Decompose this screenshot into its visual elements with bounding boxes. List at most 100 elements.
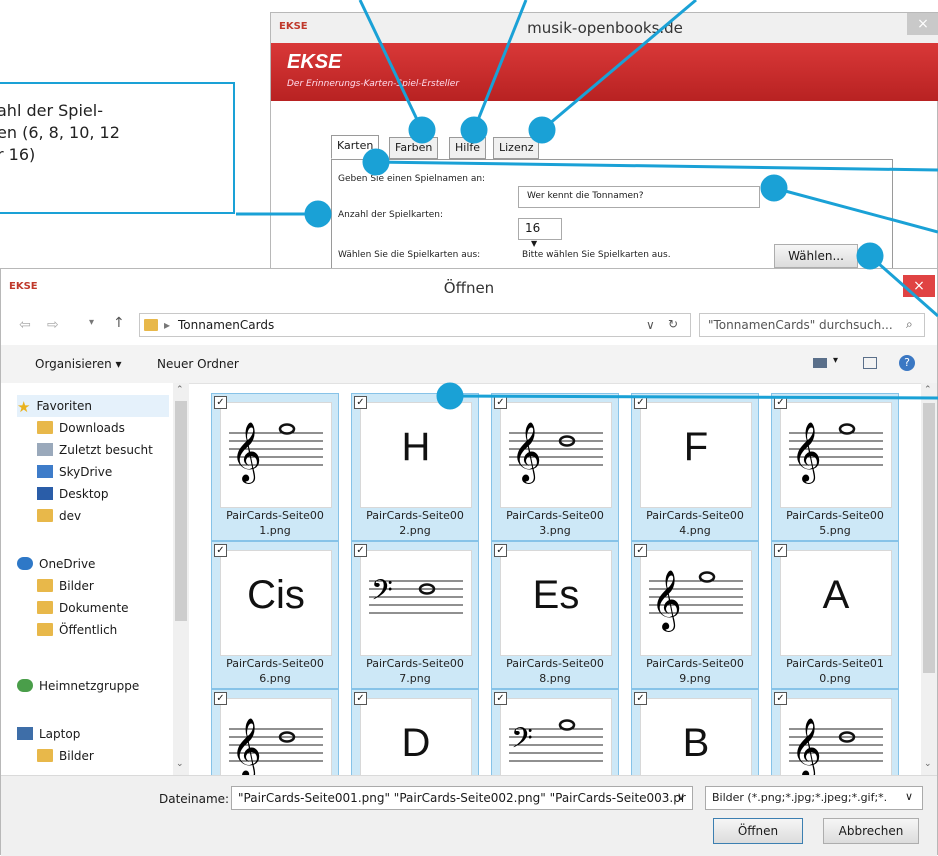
nav-scrollbar[interactable]: ⌃ ⌄: [173, 383, 189, 775]
file-grid: 𝄞 ✓ PairCards-Seite00 1.png H ✓ PairCards-Seit…: [197, 383, 923, 775]
checkbox-icon[interactable]: ✓: [354, 692, 367, 705]
name-field[interactable]: Wer kennt die Tonnamen?: [518, 186, 760, 208]
help-icon[interactable]: ?: [899, 355, 915, 371]
filename-field[interactable]: "PairCards-Seite001.png" "PairCards-Seit…: [231, 786, 693, 810]
scroll-thumb[interactable]: [923, 403, 935, 673]
checkbox-icon[interactable]: ✓: [354, 544, 367, 557]
checkbox-icon[interactable]: ✓: [634, 692, 647, 705]
scroll-up-icon[interactable]: ⌃: [176, 385, 184, 395]
file-scrollbar[interactable]: ⌃ ⌄: [921, 383, 937, 775]
preview-pane-icon[interactable]: [863, 357, 877, 369]
treble-clef-staff-icon: 𝄞: [229, 718, 323, 775]
open-dialog: EKSE Öffnen × ⇦ ⇨ ▾ ↑ ▸ TonnamenCards ∨ …: [0, 268, 938, 856]
scroll-down-icon[interactable]: ⌄: [176, 759, 184, 769]
view-icon[interactable]: [813, 358, 827, 368]
checkbox-icon[interactable]: ✓: [634, 544, 647, 557]
tab-hilfe[interactable]: Hilfe: [449, 137, 487, 159]
nav-favorites[interactable]: ★ Favoriten: [17, 395, 169, 417]
open-button[interactable]: Öffnen: [713, 818, 803, 844]
file-item[interactable]: D ✓: [351, 689, 479, 775]
choose-button[interactable]: Wählen...: [774, 244, 858, 268]
file-item[interactable]: 𝄢 ✓ PairCards-Seite00 7.png: [351, 541, 479, 689]
callout-box: ahl der Spiel- en (6, 8, 10, 12 r 16): [0, 82, 235, 214]
search-icon: ⌕: [906, 317, 913, 331]
up-icon[interactable]: ↑: [113, 315, 125, 331]
cancel-button[interactable]: Abbrechen: [823, 818, 919, 844]
name-label: Geben Sie einen Spielnamen an:: [338, 174, 486, 184]
checkbox-icon[interactable]: ✓: [494, 544, 507, 557]
nav-onedrive-bilder[interactable]: Bilder: [37, 575, 94, 597]
refresh-icon[interactable]: ↻: [668, 317, 678, 331]
treble-clef-staff-icon: 𝄞: [789, 422, 883, 484]
tab-lizenz[interactable]: Lizenz: [493, 137, 540, 159]
recent-dropdown-icon[interactable]: ▾: [89, 317, 94, 328]
checkbox-icon[interactable]: ✓: [214, 544, 227, 557]
file-type-select[interactable]: Bilder (*.png;*.jpg;*.jpeg;*.gif;*.: [705, 786, 923, 810]
count-select[interactable]: 16 ▼: [518, 218, 562, 248]
checkbox-icon[interactable]: ✓: [494, 396, 507, 409]
callout-line-3: r 16): [0, 145, 36, 164]
scroll-thumb[interactable]: [175, 401, 187, 621]
card-note-name: Es: [532, 573, 580, 617]
file-item[interactable]: 𝄞 ✓: [771, 689, 899, 775]
nav-recent[interactable]: Zuletzt besucht: [37, 439, 153, 461]
new-folder-button[interactable]: Neuer Ordner: [157, 357, 239, 371]
scroll-up-icon[interactable]: ⌃: [924, 385, 932, 395]
checkbox-icon[interactable]: ✓: [214, 692, 227, 705]
file-type-dropdown-icon[interactable]: ∨: [905, 790, 913, 803]
forward-icon[interactable]: ⇨: [47, 317, 59, 333]
file-item[interactable]: Es ✓ PairCards-Seite00 8.png: [491, 541, 619, 689]
nav-downloads[interactable]: Downloads: [37, 417, 125, 439]
skydrive-icon: [37, 465, 53, 478]
checkbox-icon[interactable]: ✓: [774, 396, 787, 409]
dialog-close-button[interactable]: ×: [903, 275, 935, 297]
scroll-down-icon[interactable]: ⌄: [924, 759, 932, 769]
close-button[interactable]: ×: [907, 13, 938, 35]
file-item[interactable]: Cis ✓ PairCards-Seite00 6.png: [211, 541, 339, 689]
checkbox-icon[interactable]: ✓: [354, 396, 367, 409]
file-item[interactable]: 𝄞 ✓ PairCards-Seite00 1.png: [211, 393, 339, 541]
file-item[interactable]: H ✓ PairCards-Seite00 2.png: [351, 393, 479, 541]
nav-skydrive[interactable]: SkyDrive: [37, 461, 112, 483]
nav-laptop-bilder[interactable]: Bilder: [37, 745, 94, 767]
tab-karten[interactable]: Karten: [331, 135, 380, 159]
nav-onedrive[interactable]: OneDrive: [17, 553, 95, 575]
file-item[interactable]: 𝄞 ✓ PairCards-Seite00 5.png: [771, 393, 899, 541]
file-item[interactable]: A ✓ PairCards-Seite01 0.png: [771, 541, 899, 689]
checkbox-icon[interactable]: ✓: [494, 692, 507, 705]
nav-desktop[interactable]: Desktop: [37, 483, 109, 505]
file-thumbnail: 𝄞: [220, 402, 332, 508]
file-item[interactable]: 𝄞 ✓ PairCards-Seite00 9.png: [631, 541, 759, 689]
svg-text:𝄞: 𝄞: [231, 718, 262, 775]
address-bar[interactable]: ▸ TonnamenCards ∨ ↻: [139, 313, 691, 337]
file-item[interactable]: 𝄢 ✓: [491, 689, 619, 775]
nav-onedrive-dokumente[interactable]: Dokumente: [37, 597, 129, 619]
file-item[interactable]: F ✓ PairCards-Seite00 4.png: [631, 393, 759, 541]
callout-line-1: ahl der Spiel-: [0, 101, 103, 120]
nav-dev[interactable]: dev: [37, 505, 81, 527]
nav-homegroup[interactable]: Heimnetzgruppe: [17, 675, 139, 697]
nav-laptop[interactable]: Laptop: [17, 723, 80, 745]
back-icon[interactable]: ⇦: [19, 317, 31, 333]
dialog-title: Öffnen: [443, 279, 495, 297]
file-name: PairCards-Seite01 0.png: [772, 656, 898, 686]
checkbox-icon[interactable]: ✓: [214, 396, 227, 409]
treble-clef-staff-icon: 𝄞: [649, 570, 743, 632]
checkbox-icon[interactable]: ✓: [774, 692, 787, 705]
checkbox-icon[interactable]: ✓: [774, 544, 787, 557]
history-dropdown-icon[interactable]: ∨: [646, 318, 655, 332]
card-note-name: H: [401, 425, 431, 469]
filename-dropdown-icon[interactable]: ∨: [677, 790, 685, 803]
file-item[interactable]: 𝄞 ✓ PairCards-Seite00 3.png: [491, 393, 619, 541]
checkbox-icon[interactable]: ✓: [634, 396, 647, 409]
path-segment[interactable]: TonnamenCards: [178, 318, 274, 332]
bass-clef-staff-icon: 𝄢: [369, 574, 463, 614]
file-item[interactable]: 𝄞 ✓: [211, 689, 339, 775]
tab-farben[interactable]: Farben: [389, 137, 439, 159]
search-input[interactable]: "TonnamenCards" durchsuch... ⌕: [699, 313, 925, 337]
organize-button[interactable]: Organisieren ▾: [35, 357, 122, 371]
nav-onedrive-oeffentlich[interactable]: Öffentlich: [37, 619, 117, 641]
file-name-line-2: 6.png: [259, 672, 291, 685]
file-item[interactable]: B ✓: [631, 689, 759, 775]
view-dropdown-icon[interactable]: ▾: [833, 355, 838, 366]
